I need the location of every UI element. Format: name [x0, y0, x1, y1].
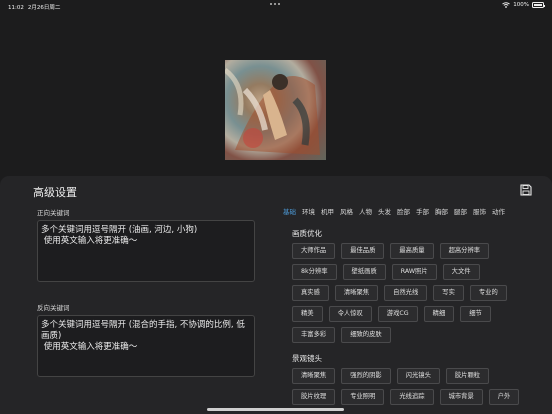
status-date: 2月26日周二 [27, 5, 61, 11]
tab-6[interactable]: 脸部 [394, 206, 413, 216]
multitask-dots-icon[interactable] [270, 3, 282, 6]
save-icon[interactable] [520, 184, 532, 196]
keyword-chip[interactable]: 户外 [488, 389, 520, 405]
tab-1[interactable]: 环境 [299, 206, 318, 216]
keyword-chip[interactable]: 光线追踪 [390, 389, 434, 405]
status-right: 100% [502, 2, 545, 8]
keyword-chip[interactable]: 丰富多彩 [292, 327, 336, 343]
home-indicator[interactable] [207, 408, 344, 411]
keyword-chip[interactable]: 闪光镜头 [396, 368, 440, 384]
tab-2[interactable]: 机甲 [318, 206, 337, 216]
quality-chip-group: 大师作品 最佳品质 最高质量 超高分辨率 8k分辨率 壁纸画质 RAW照片 大文件真实感 清晰聚… [292, 243, 522, 343]
tab-9[interactable]: 腿部 [451, 206, 470, 216]
section-title-quality: 画质优化 [292, 229, 322, 238]
keyword-chip[interactable]: 强烈的阴影 [341, 368, 391, 384]
battery-fill [534, 4, 542, 6]
category-tabs: 基础 环境 机甲 风格 人物 头发 脸部 手部 胸部 腿部 服饰 动作 [280, 206, 508, 216]
keyword-chip[interactable]: 壁纸画质 [342, 264, 386, 280]
positive-keywords-input[interactable]: 多个关键词用逗号隔开 (油画, 河边, 小狗) 使用英文输入将更准确～ [37, 220, 255, 282]
keyword-chip[interactable]: 最佳品质 [341, 243, 385, 259]
keyword-chip[interactable]: 专业的 [469, 285, 507, 301]
keyword-chip[interactable]: 细节 [460, 306, 491, 322]
keyword-chip[interactable]: 最高质量 [390, 243, 434, 259]
keyword-chip[interactable]: 超高分辨率 [439, 243, 490, 259]
section-title-scenery: 景观镜头 [292, 354, 322, 363]
tab-3[interactable]: 风格 [337, 206, 356, 216]
status-time: 11:02 [8, 5, 24, 11]
wifi-icon [502, 2, 511, 8]
panel-title: 高级设置 [33, 186, 77, 199]
keyword-chip[interactable]: 自然光线 [384, 285, 428, 301]
keyword-chip[interactable]: 胶片颗粒 [445, 368, 490, 384]
keyword-chip[interactable]: RAW照片 [391, 264, 437, 280]
tab-10[interactable]: 服饰 [470, 206, 489, 216]
keyword-chip[interactable]: 大文件 [442, 264, 480, 280]
positive-keywords-label: 正向关键词 [37, 209, 70, 217]
artwork-graphic [225, 60, 326, 160]
keyword-chip[interactable]: 清晰聚焦 [334, 285, 379, 301]
keyword-chip[interactable]: 城市背景 [439, 389, 483, 405]
status-bar: 11:02 2月26日周二 100% [0, 0, 552, 12]
keyword-chip[interactable]: 精细 [423, 306, 455, 322]
tab-0[interactable]: 基础 [280, 206, 299, 216]
keyword-chip[interactable]: 精美 [292, 306, 323, 322]
status-left: 11:02 2月26日周二 [8, 3, 64, 11]
keyword-chip[interactable]: 8k分辨率 [292, 264, 337, 280]
battery-percent: 100% [513, 2, 529, 8]
keyword-chip[interactable]: 大师作品 [292, 243, 336, 259]
tab-8[interactable]: 胸部 [432, 206, 451, 216]
negative-keywords-input[interactable]: 多个关键词用逗号隔开 (混合的手指, 不协调的比例, 低画质) 使用英文输入将更… [37, 315, 255, 377]
generated-artwork-image[interactable] [225, 60, 326, 160]
tab-4[interactable]: 人物 [356, 206, 375, 216]
keyword-chip[interactable]: 游戏CG [377, 306, 418, 322]
scenery-chip-group: 清晰聚焦 强烈的阴影 闪光镜头 胶片颗粒胶片纹理 专业照明 光线追踪 城市背景 户外 [292, 368, 522, 405]
tab-5[interactable]: 头发 [375, 206, 394, 216]
preview-area [0, 12, 552, 176]
battery-icon [532, 2, 545, 8]
keyword-chip[interactable]: 清晰聚焦 [292, 368, 336, 384]
keyword-chip[interactable]: 令人惊叹 [328, 306, 372, 322]
keyword-chip[interactable]: 专业照明 [341, 389, 385, 405]
keyword-chip[interactable]: 细致的皮肤 [341, 327, 391, 343]
keyword-chip[interactable]: 胶片纹理 [292, 389, 336, 405]
advanced-settings-panel: 高级设置 正向关键词 多个关键词用逗号隔开 (油画, 河边, 小狗) 使用英文输… [0, 176, 552, 414]
tab-11[interactable]: 动作 [489, 206, 508, 216]
keyword-chip[interactable]: 写实 [433, 285, 464, 301]
tab-7[interactable]: 手部 [413, 206, 432, 216]
negative-keywords-label: 反向关键词 [37, 304, 70, 312]
keyword-chip[interactable]: 真实感 [292, 285, 329, 301]
